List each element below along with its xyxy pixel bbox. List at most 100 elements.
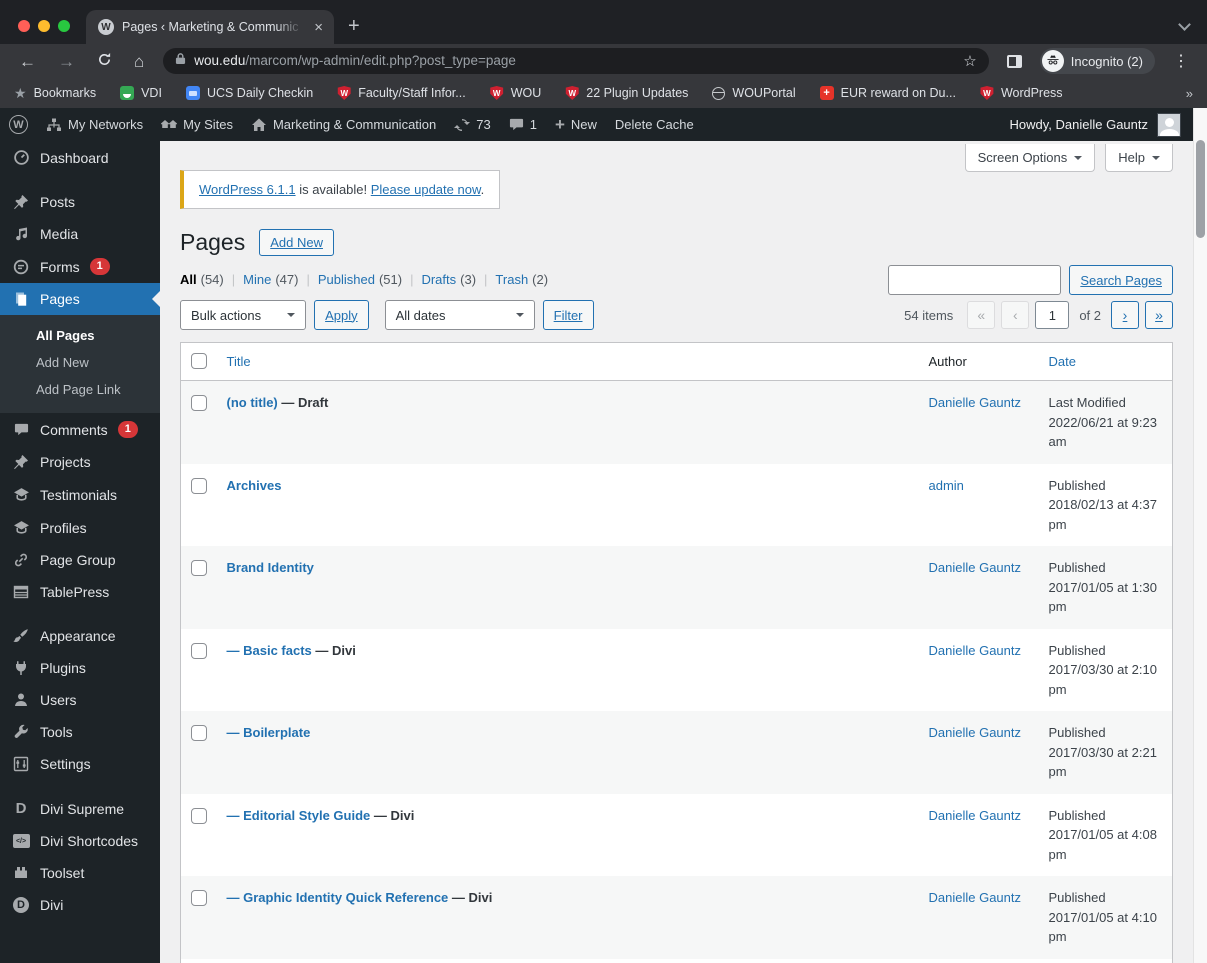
search-input[interactable] — [888, 265, 1062, 295]
zoom-window-button[interactable] — [58, 20, 70, 32]
author-link[interactable]: Danielle Gauntz — [929, 890, 1022, 905]
howdy-label[interactable]: Howdy, Danielle Gauntz — [1010, 117, 1149, 132]
sidebar-item-divi[interactable]: D Divi — [0, 889, 160, 921]
reload-icon[interactable] — [88, 52, 121, 70]
sidebar-item-divi-supreme[interactable]: D Divi Supreme — [0, 792, 160, 825]
close-window-button[interactable] — [18, 20, 30, 32]
row-checkbox[interactable] — [191, 395, 207, 411]
submenu-all-pages[interactable]: All Pages — [0, 322, 160, 349]
sidebar-item-toolset[interactable]: Toolset — [0, 857, 160, 889]
row-checkbox[interactable] — [191, 725, 207, 741]
updates-menu[interactable]: 73 — [445, 108, 499, 141]
view-trash[interactable]: Trash — [495, 272, 528, 287]
side-panel-icon[interactable] — [1006, 54, 1022, 68]
page-title-link[interactable]: Brand Identity — [227, 560, 314, 575]
bookmark-star-icon[interactable]: ☆ — [963, 52, 976, 70]
row-checkbox[interactable] — [191, 807, 207, 824]
avatar[interactable] — [1157, 112, 1181, 137]
select-all-checkbox[interactable] — [191, 353, 207, 369]
tab-close-icon[interactable]: × — [311, 19, 326, 36]
update-now-link[interactable]: Please update now — [371, 182, 481, 197]
row-checkbox[interactable] — [191, 477, 207, 494]
comments-menu[interactable]: 1 — [500, 108, 546, 141]
sidebar-item-tools[interactable]: Tools — [0, 716, 160, 748]
incognito-badge[interactable]: Incognito (2) — [1039, 48, 1155, 74]
bookmark-vdi[interactable]: VDI — [120, 86, 162, 100]
page-title-link[interactable]: Archives — [227, 478, 282, 493]
minimize-window-button[interactable] — [38, 20, 50, 32]
sidebar-item-appearance[interactable]: Appearance — [0, 620, 160, 652]
view-mine[interactable]: Mine — [243, 272, 271, 287]
author-link[interactable]: Danielle Gauntz — [929, 643, 1022, 658]
dates-filter-select[interactable]: All dates — [384, 300, 535, 330]
apply-button[interactable]: Apply — [314, 300, 369, 330]
sidebar-item-comments[interactable]: Comments 1 — [0, 413, 160, 446]
delete-cache-menu[interactable]: Delete Cache — [606, 108, 703, 141]
author-link[interactable]: Danielle Gauntz — [929, 808, 1022, 823]
view-all[interactable]: All — [180, 272, 197, 287]
home-icon[interactable]: ⌂ — [125, 53, 153, 70]
bookmark-faculty-staff[interactable]: W Faculty/Staff Infor... — [337, 86, 466, 100]
browser-tab[interactable]: W Pages ‹ Marketing & Communic × — [86, 10, 334, 44]
next-page-button[interactable]: › — [1111, 301, 1139, 329]
site-name-menu[interactable]: Marketing & Communication — [242, 108, 445, 141]
sidebar-item-media[interactable]: Media — [0, 218, 160, 250]
bookmark-wou[interactable]: W WOU — [490, 86, 541, 100]
scrollbar-thumb[interactable] — [1196, 140, 1205, 238]
view-published[interactable]: Published — [318, 272, 375, 287]
screen-options-button[interactable]: Screen Options — [964, 144, 1096, 172]
row-checkbox[interactable] — [191, 560, 207, 576]
sidebar-item-projects[interactable]: Projects — [0, 446, 160, 478]
author-link[interactable]: admin — [929, 478, 964, 493]
sidebar-item-profiles[interactable]: Profiles — [0, 511, 160, 544]
forward-icon[interactable]: → — [49, 53, 84, 70]
submenu-add-new[interactable]: Add New — [0, 349, 160, 376]
current-page-input[interactable] — [1035, 301, 1070, 329]
row-checkbox[interactable] — [191, 642, 207, 659]
sidebar-item-divi-shortcodes[interactable]: </> Divi Shortcodes — [0, 825, 160, 857]
bookmark-wouportal[interactable]: WOUPortal — [712, 86, 796, 100]
author-link[interactable]: Danielle Gauntz — [929, 560, 1022, 575]
update-version-link[interactable]: WordPress 6.1.1 — [199, 182, 296, 197]
help-button[interactable]: Help — [1105, 144, 1173, 172]
sidebar-item-users[interactable]: Users — [0, 684, 160, 716]
author-link[interactable]: Danielle Gauntz — [929, 725, 1022, 740]
my-sites-menu[interactable]: My Sites — [152, 108, 242, 141]
bookmark-ucs-daily-checkin[interactable]: UCS Daily Checkin — [185, 86, 313, 100]
sidebar-item-forms[interactable]: Forms 1 — [0, 250, 160, 283]
bookmark-eur-reward[interactable]: + EUR reward on Du... — [819, 86, 956, 100]
sidebar-item-dashboard[interactable]: Dashboard — [0, 141, 160, 174]
sidebar-item-page-group[interactable]: Page Group — [0, 544, 160, 576]
sort-by-date[interactable]: Date — [1049, 354, 1076, 369]
sidebar-item-posts[interactable]: Posts — [0, 186, 160, 218]
row-checkbox[interactable] — [191, 890, 207, 906]
wp-logo-menu[interactable]: W — [0, 108, 37, 141]
page-title-link[interactable]: — Graphic Identity Quick Reference — [227, 890, 449, 905]
filter-button[interactable]: Filter — [542, 300, 594, 330]
bookmark-wordpress[interactable]: W WordPress — [980, 86, 1063, 100]
sidebar-item-plugins[interactable]: Plugins — [0, 652, 160, 684]
submenu-add-page-link[interactable]: Add Page Link — [0, 376, 160, 403]
my-networks-menu[interactable]: My Networks — [37, 108, 152, 141]
bookmarks-overflow-icon[interactable]: » — [1186, 86, 1193, 101]
page-title-link[interactable]: — Basic facts — [227, 643, 312, 658]
search-pages-button[interactable]: Search Pages — [1069, 265, 1173, 295]
author-link[interactable]: Danielle Gauntz — [929, 395, 1022, 410]
chevron-down-icon[interactable] — [1178, 18, 1191, 31]
page-scrollbar[interactable] — [1193, 108, 1207, 963]
page-title-link[interactable]: — Boilerplate — [227, 725, 311, 740]
view-drafts[interactable]: Drafts — [421, 272, 456, 287]
url-bar[interactable]: wou.edu/marcom/wp-admin/edit.php?post_ty… — [163, 48, 989, 74]
sort-by-title[interactable]: Title — [227, 354, 251, 369]
bulk-actions-select[interactable]: Bulk actions — [180, 300, 307, 330]
new-content-menu[interactable]: + New — [546, 108, 606, 141]
page-title-link[interactable]: (no title) — [227, 395, 278, 410]
sidebar-item-tablepress[interactable]: TablePress — [0, 576, 160, 608]
browser-menu-icon[interactable]: ⋮ — [1165, 51, 1197, 71]
sidebar-item-pages[interactable]: Pages — [0, 283, 160, 315]
last-page-button[interactable]: » — [1145, 301, 1173, 329]
bookmark-plugin-updates[interactable]: W 22 Plugin Updates — [565, 86, 688, 100]
sidebar-item-settings[interactable]: Settings — [0, 748, 160, 780]
page-title-link[interactable]: — Editorial Style Guide — [227, 808, 371, 823]
back-icon[interactable]: ← — [10, 53, 45, 70]
